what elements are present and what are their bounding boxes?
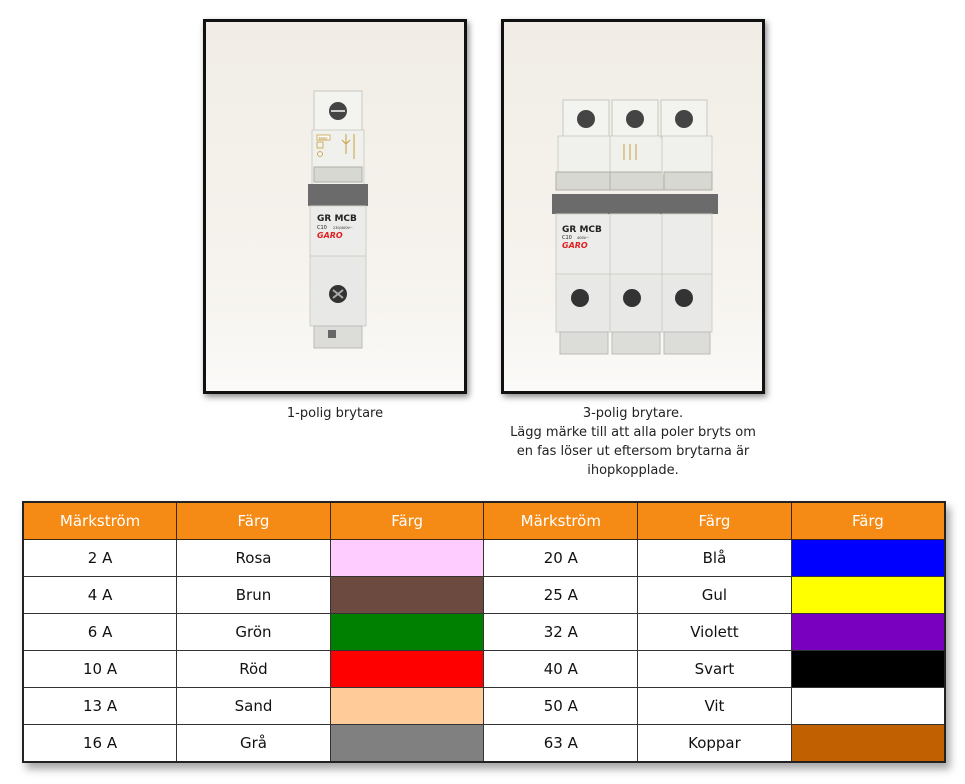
rated-current-cell: 6 A — [22, 613, 178, 651]
color-name-cell: Rosa — [176, 539, 331, 577]
three-pole-breaker-illustration: GR MCB C10 400V~ GARO — [552, 99, 718, 355]
color-name-cell: Brun — [176, 576, 331, 614]
table-row: 13 A Sand 50 A Vit — [22, 687, 946, 725]
color-swatch-cell — [790, 724, 946, 763]
breaker-code-label: 6000 — [319, 137, 328, 141]
table-row: 10 A Röd 40 A Svart — [22, 650, 946, 688]
breaker-model-label: GR MCB — [562, 225, 602, 235]
color-name-cell: Grön — [176, 613, 331, 651]
color-name-cell: Röd — [176, 650, 331, 688]
color-swatch-cell — [329, 576, 485, 614]
rated-current-cell: 50 A — [483, 687, 639, 725]
color-swatch-cell — [790, 539, 946, 577]
color-swatch-cell — [329, 650, 485, 688]
header-rated-current: Märkström — [22, 501, 178, 540]
table-row: 2 A Rosa 20 A Blå — [22, 539, 946, 577]
breaker-voltage-label: 230/400V~ — [333, 226, 353, 230]
color-swatch-cell — [790, 650, 946, 688]
rated-current-cell: 10 A — [22, 650, 178, 688]
color-swatch-cell — [790, 576, 946, 614]
rated-current-cell: 4 A — [22, 576, 178, 614]
three-pole-caption: 3-polig brytare. Lägg märke till att all… — [501, 404, 765, 480]
color-swatch-cell — [329, 687, 485, 725]
single-pole-breaker-illustration: 6000 GR MCB C10 230/400V~ GARO — [308, 90, 368, 349]
rated-current-cell: 20 A — [483, 539, 639, 577]
single-pole-caption: 1-polig brytare — [203, 404, 467, 423]
breaker-model-label: GR MCB — [317, 214, 357, 224]
color-swatch-cell — [329, 539, 485, 577]
three-pole-caption-line: 3-polig brytare. — [582, 406, 684, 421]
color-swatch-cell — [790, 687, 946, 725]
rated-current-cell: 25 A — [483, 576, 639, 614]
breaker-voltage-label: 400V~ — [577, 236, 589, 240]
color-swatch-cell — [790, 613, 946, 651]
color-name-cell: Violett — [637, 613, 792, 651]
color-swatch-cell — [329, 613, 485, 651]
rated-current-cell: 63 A — [483, 724, 639, 763]
table-header-row: Märkström Färg Färg Märkström Färg Färg — [22, 501, 946, 540]
color-name-cell: Gul — [637, 576, 792, 614]
table-row: 4 A Brun 25 A Gul — [22, 576, 946, 614]
header-color-name: Färg — [176, 501, 331, 540]
current-color-table: Märkström Färg Färg Märkström Färg Färg … — [22, 501, 946, 763]
header-color-name: Färg — [637, 501, 792, 540]
garo-logo: GARO — [562, 241, 588, 250]
header-rated-current: Märkström — [483, 501, 639, 540]
breaker-pole-2 — [608, 99, 666, 355]
breaker-pole-3 — [660, 99, 718, 355]
three-pole-caption-line: Lägg märke till att alla poler bryts om — [510, 425, 756, 440]
color-name-cell: Vit — [637, 687, 792, 725]
rated-current-cell: 13 A — [22, 687, 178, 725]
rated-current-cell: 40 A — [483, 650, 639, 688]
color-name-cell: Grå — [176, 724, 331, 763]
header-color-swatch: Färg — [790, 501, 946, 540]
rated-current-cell: 32 A — [483, 613, 639, 651]
color-swatch-cell — [329, 724, 485, 763]
header-color-swatch: Färg — [329, 501, 485, 540]
table-row: 16 A Grå 63 A Koppar — [22, 724, 946, 763]
single-pole-caption-text: 1-polig brytare — [286, 406, 384, 421]
color-name-cell: Blå — [637, 539, 792, 577]
garo-logo: GARO — [317, 231, 343, 240]
rated-current-cell: 16 A — [22, 724, 178, 763]
three-pole-caption-line: en fas löser ut eftersom brytarna är — [516, 444, 750, 459]
table-row: 6 A Grön 32 A Violett — [22, 613, 946, 651]
three-pole-breaker-photo: GR MCB C10 400V~ GARO — [501, 19, 765, 394]
three-pole-caption-line: ihopkopplade. — [587, 463, 679, 478]
single-pole-breaker-photo: 6000 GR MCB C10 230/400V~ GARO — [203, 19, 467, 394]
color-name-cell: Koppar — [637, 724, 792, 763]
rated-current-cell: 2 A — [22, 539, 178, 577]
color-name-cell: Svart — [637, 650, 792, 688]
color-name-cell: Sand — [176, 687, 331, 725]
